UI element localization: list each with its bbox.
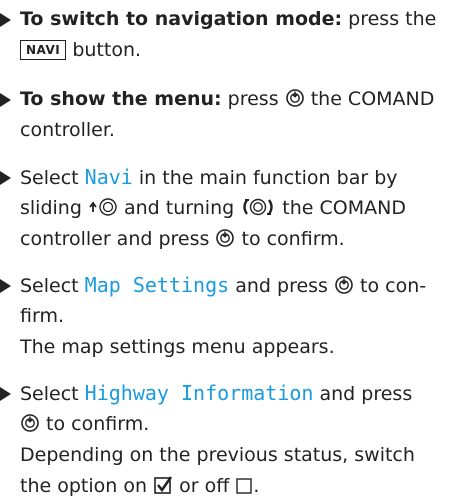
bullet-arrow-icon xyxy=(0,13,11,27)
step-line: to confirm. xyxy=(20,409,149,440)
step-text: sliding xyxy=(20,197,82,219)
step-text: Select xyxy=(20,275,79,297)
step-text: to confirm. xyxy=(46,413,150,435)
step-result: The map settings menu appears. xyxy=(20,332,335,363)
step-lead: To switch to navigation mode: xyxy=(20,8,343,30)
bullet-arrow-icon xyxy=(0,279,11,293)
step-text: the COMAND xyxy=(310,88,435,110)
step-text: press xyxy=(227,88,279,110)
step-lead: To show the menu: xyxy=(20,88,222,110)
step-text: Select xyxy=(20,167,79,189)
step-line: Select Highway Information and press xyxy=(20,378,412,410)
checkbox-checked-icon xyxy=(153,475,173,495)
step-result-text: or off xyxy=(179,475,230,497)
step-text: to con- xyxy=(360,275,427,297)
navi-key-button: NAVI xyxy=(20,40,67,60)
step-text: Select xyxy=(20,383,79,405)
bullet-arrow-icon xyxy=(0,93,11,107)
turn-controller-icon xyxy=(240,197,276,217)
instruction-document: To switch to navigation mode: press the … xyxy=(0,0,464,497)
step-result-text: The map settings menu appears. xyxy=(20,336,335,358)
step-result: the option on or off . xyxy=(20,471,259,502)
step-text: and turning xyxy=(124,197,235,219)
step-text: firm. xyxy=(20,305,64,327)
step-text: in the main function bar by xyxy=(138,167,398,189)
step-line: controller. xyxy=(20,115,115,146)
press-controller-icon xyxy=(285,88,305,108)
step-text: press the xyxy=(348,8,437,30)
checkbox-unchecked-icon xyxy=(235,477,253,495)
step-text: and press xyxy=(235,275,328,297)
step-result: Depending on the previous status, switch xyxy=(20,440,415,471)
step-line: Select Navi in the main function bar by xyxy=(20,162,398,194)
step-line: To switch to navigation mode: press the xyxy=(20,4,436,35)
step-line: To show the menu: press the COMAND xyxy=(20,84,434,115)
menu-keyword-navi: Navi xyxy=(84,165,133,189)
bullet-arrow-icon xyxy=(0,171,11,185)
menu-keyword-map-settings: Map Settings xyxy=(84,273,230,297)
step-text: to confirm. xyxy=(241,228,345,250)
step-text: controller. xyxy=(20,119,115,141)
slide-up-controller-icon xyxy=(88,197,118,217)
step-line: controller and press to confirm. xyxy=(20,224,345,255)
bullet-arrow-icon xyxy=(0,387,11,401)
press-controller-icon xyxy=(334,275,354,295)
step-line: sliding and turning the COMAND xyxy=(20,193,406,224)
step-text: button. xyxy=(72,39,142,61)
step-line: firm. xyxy=(20,301,64,332)
menu-keyword-highway-information: Highway Information xyxy=(84,381,314,405)
press-controller-icon xyxy=(20,413,40,433)
step-text: the COMAND xyxy=(282,197,406,219)
step-text: and press xyxy=(319,383,413,405)
press-controller-icon xyxy=(215,228,235,248)
step-result-text: the option on xyxy=(20,475,148,497)
step-result-text: . xyxy=(253,475,260,497)
step-line: NAVI button. xyxy=(20,35,141,66)
step-text: controller and press xyxy=(20,228,210,250)
step-result-text: Depending on the previous status, switch xyxy=(20,444,415,466)
step-line: Select Map Settings and press to con- xyxy=(20,270,426,302)
